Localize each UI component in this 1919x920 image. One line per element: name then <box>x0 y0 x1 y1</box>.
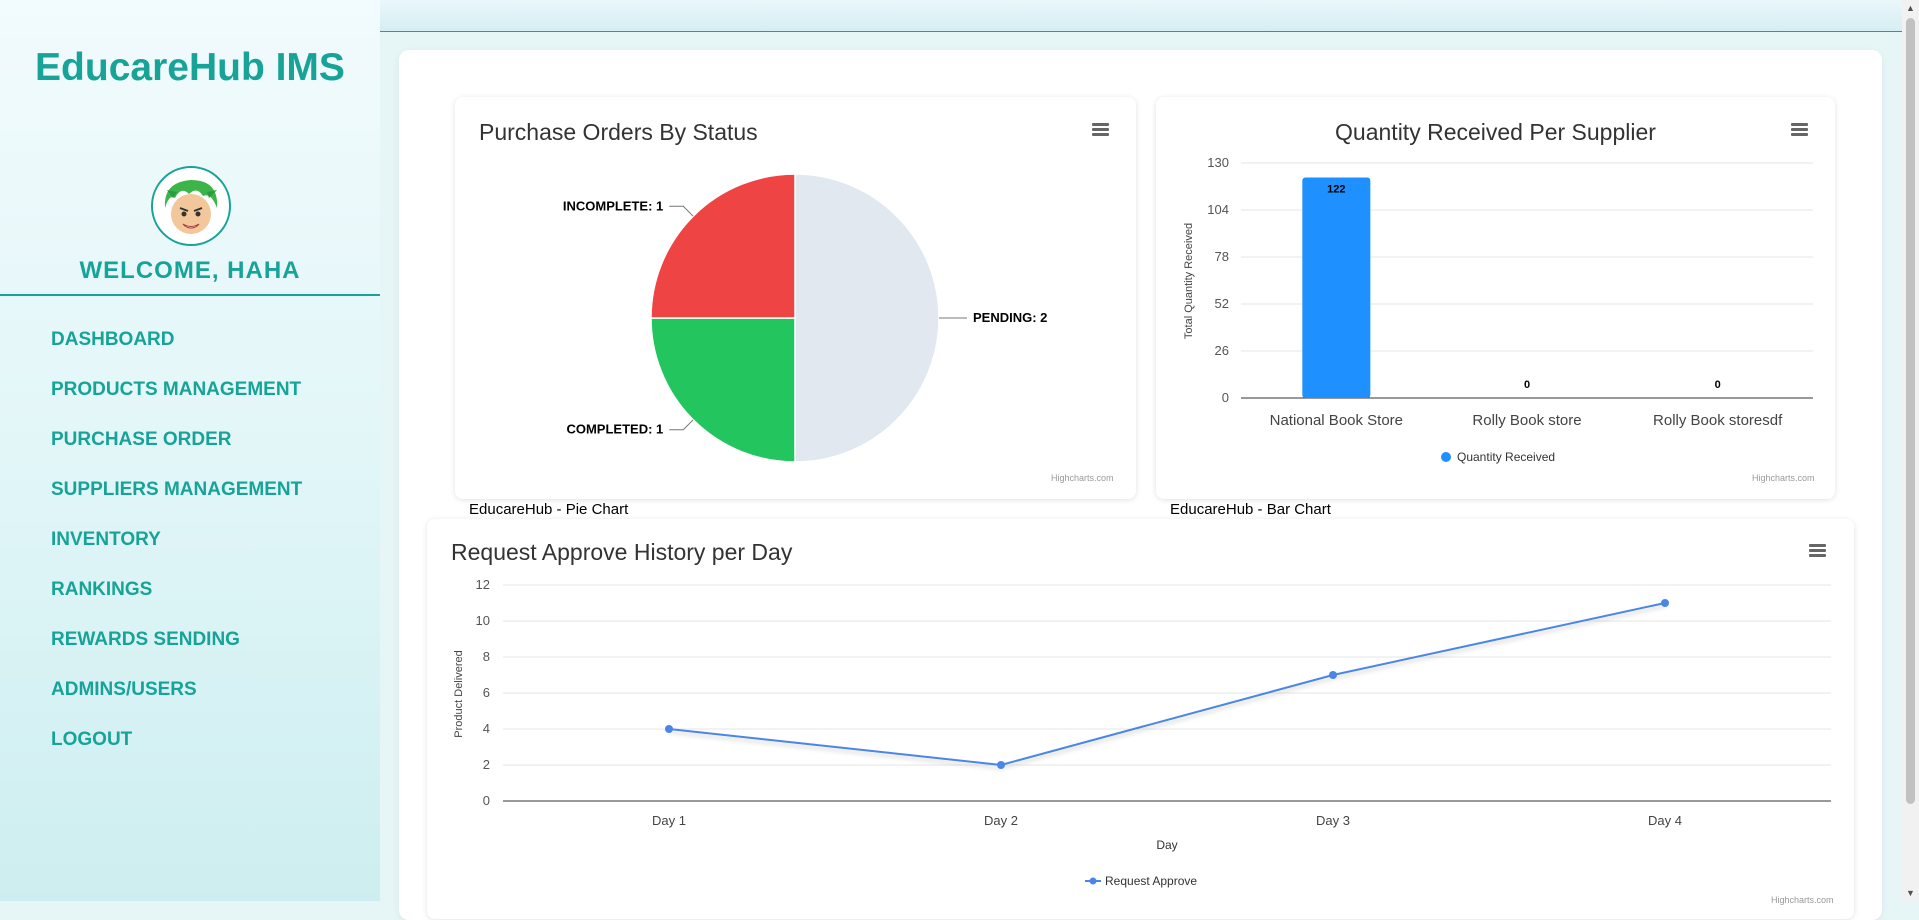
nav-item-products-management[interactable]: PRODUCTS MANAGEMENT <box>51 380 302 430</box>
pie-slice-completed <box>650 317 796 463</box>
bar-0 <box>1302 177 1371 398</box>
line-series-request-approve <box>668 602 1666 767</box>
line-y-tick-label: 12 <box>476 577 490 592</box>
line-point <box>665 725 673 733</box>
pie-slice-incomplete <box>650 173 796 319</box>
bar-data-label: 0 <box>1715 379 1721 391</box>
line-chart-x-axis-label: Day <box>1156 838 1177 852</box>
line-legend-marker <box>1089 877 1097 885</box>
bar-y-tick-label: 78 <box>1215 249 1229 264</box>
nav-item-logout[interactable]: LOGOUT <box>51 730 302 780</box>
bar-category-label: Rolly Book store <box>1472 412 1581 429</box>
nav-item-rewards-sending[interactable]: REWARDS SENDING <box>51 630 302 680</box>
nav-item-dashboard[interactable]: DASHBOARD <box>51 330 302 380</box>
top-bar <box>380 0 1902 32</box>
line-category-label: Day 1 <box>652 813 686 828</box>
bar-data-label: 0 <box>1524 379 1530 391</box>
nav-item-admins-users[interactable]: ADMINS/USERS <box>51 680 302 730</box>
line-chart-credits[interactable]: Highcharts.com <box>1771 895 1834 905</box>
line-y-tick-label: 2 <box>483 757 490 772</box>
pie-connector-incomplete <box>669 205 694 217</box>
pie-label-incomplete: INCOMPLETE: 1 <box>563 198 663 213</box>
bar-legend-label: Quantity Received <box>1457 450 1555 464</box>
line-chart: 0 2 4 6 8 10 12 Day 1 Day 2 Day 3 Day 4 Product D… <box>453 577 1831 888</box>
bar-category-label: Rolly Book storesdf <box>1653 412 1783 429</box>
line-point <box>997 761 1005 769</box>
bar-y-tick-label: 104 <box>1207 202 1229 217</box>
bar-legend-marker <box>1441 452 1451 462</box>
line-point <box>1661 599 1669 607</box>
pie-chart-credits[interactable]: Highcharts.com <box>1051 473 1114 483</box>
bar-category-label: National Book Store <box>1270 412 1403 429</box>
bar-chart: 0 26 52 78 104 130 122 National Book Store 0 Rol… <box>1183 155 1813 464</box>
line-chart-y-axis-label: Product Delivered <box>453 650 465 737</box>
pie-label-pending: PENDING: 2 <box>973 310 1047 325</box>
line-category-label: Day 3 <box>1316 813 1350 828</box>
nav-item-inventory[interactable]: INVENTORY <box>51 530 302 580</box>
bar-chart-caption: EducareHub - Bar Chart <box>1170 501 1331 518</box>
scrollbar-thumb[interactable] <box>1906 18 1915 804</box>
line-y-tick-label: 4 <box>483 721 490 736</box>
bar-data-label: 122 <box>1327 183 1345 195</box>
brand-title: EducareHub IMS <box>35 46 345 89</box>
scroll-down-arrow-icon[interactable]: ▼ <box>1902 885 1919 901</box>
sidebar: EducareHub IMS WELCOME, HAHA DASHBOARD P… <box>0 0 380 901</box>
line-category-label: Day 2 <box>984 813 1018 828</box>
bar-chart-y-axis-label: Total Quantity Received <box>1183 223 1195 339</box>
user-avatar-icon[interactable] <box>151 166 231 246</box>
line-y-tick-label: 8 <box>483 649 490 664</box>
sidebar-divider <box>0 294 380 296</box>
welcome-text: WELCOME, HAHA <box>79 257 301 284</box>
pie-connector-completed <box>669 419 694 431</box>
pie-chart-card: Purchase Orders By Status PENDING: 2 COMP… <box>455 97 1136 499</box>
sidebar-nav: DASHBOARD PRODUCTS MANAGEMENT PURCHASE O… <box>51 330 302 780</box>
nav-item-rankings[interactable]: RANKINGS <box>51 580 302 630</box>
bar-chart-credits[interactable]: Highcharts.com <box>1752 473 1815 483</box>
pie-chart: PENDING: 2 COMPLETED: 1 INCOMPLETE: 1 <box>563 173 1047 463</box>
bar-chart-card: Quantity Received Per Supplier 0 26 52 78 10… <box>1156 97 1835 499</box>
pie-slice-pending <box>794 173 940 463</box>
bar-y-tick-label: 130 <box>1207 155 1229 170</box>
line-point <box>1329 671 1337 679</box>
bar-y-tick-label: 0 <box>1222 390 1229 405</box>
pie-chart-caption: EducareHub - Pie Chart <box>469 501 629 518</box>
pie-label-completed: COMPLETED: 1 <box>566 422 663 437</box>
line-legend-label: Request Approve <box>1105 874 1197 888</box>
page-scrollbar[interactable]: ▲ ▼ <box>1902 0 1919 901</box>
line-y-tick-label: 6 <box>483 685 490 700</box>
bar-y-tick-label: 26 <box>1215 343 1229 358</box>
scroll-up-arrow-icon[interactable]: ▲ <box>1902 0 1919 16</box>
line-category-label: Day 4 <box>1648 813 1682 828</box>
line-y-tick-label: 10 <box>476 613 490 628</box>
bar-y-tick-label: 52 <box>1215 296 1229 311</box>
nav-item-suppliers-management[interactable]: SUPPLIERS MANAGEMENT <box>51 480 302 530</box>
nav-item-purchase-order[interactable]: PURCHASE ORDER <box>51 430 302 480</box>
line-y-tick-label: 0 <box>483 793 490 808</box>
line-chart-card: Request Approve History per Day 0 2 4 6 8 10 1… <box>427 519 1854 919</box>
